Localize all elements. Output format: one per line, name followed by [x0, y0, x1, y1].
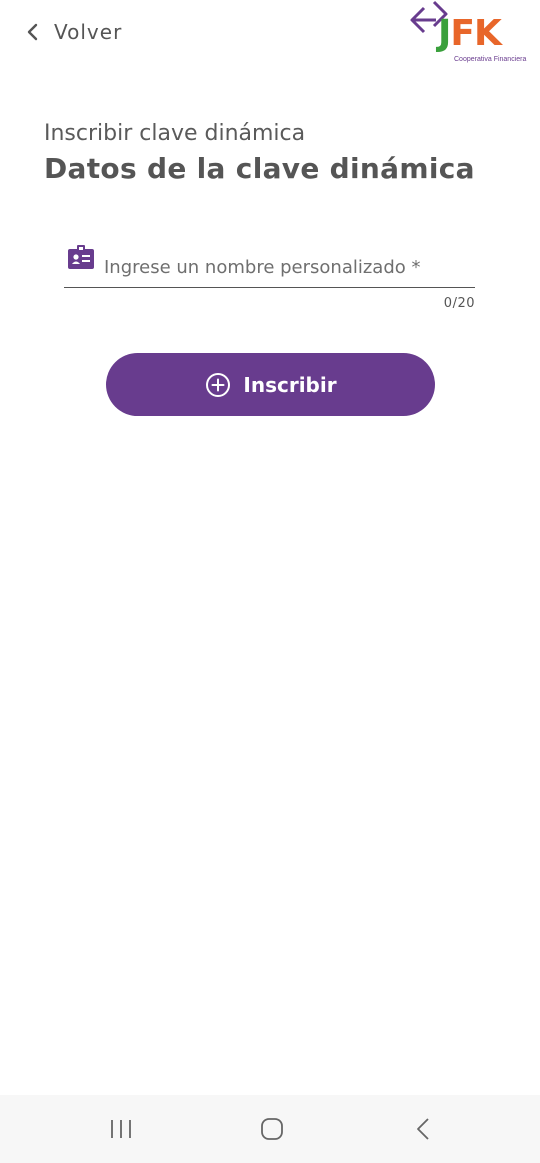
plus-circle-icon: [206, 372, 231, 397]
home-button[interactable]: [256, 1115, 288, 1143]
inscribir-button[interactable]: Inscribir: [106, 353, 435, 416]
recents-icon: [111, 1120, 131, 1138]
chevron-left-icon: [27, 23, 38, 41]
home-icon: [261, 1118, 283, 1140]
custom-name-input[interactable]: [104, 252, 464, 282]
system-back-button[interactable]: [410, 1115, 436, 1143]
name-field: [64, 240, 475, 288]
jfk-logo: JFK Cooperativa Financiera: [408, 0, 534, 68]
character-counter: 0/20: [443, 296, 475, 311]
logo-tagline: Cooperativa Financiera: [454, 56, 527, 63]
app-header: Volver JFK Cooperativa Financiera: [0, 0, 540, 70]
inscribir-label: Inscribir: [243, 372, 337, 397]
logo-wordmark: JFK: [438, 13, 502, 54]
page-title: Datos de la clave dinámica: [44, 152, 475, 185]
system-navigation-bar: [0, 1095, 540, 1163]
back-label: Volver: [54, 20, 123, 44]
recents-button[interactable]: [104, 1115, 138, 1143]
page-subtitle: Inscribir clave dinámica: [44, 121, 306, 146]
back-icon: [417, 1118, 429, 1140]
back-button[interactable]: Volver: [24, 18, 122, 46]
id-card-icon: [68, 245, 94, 269]
